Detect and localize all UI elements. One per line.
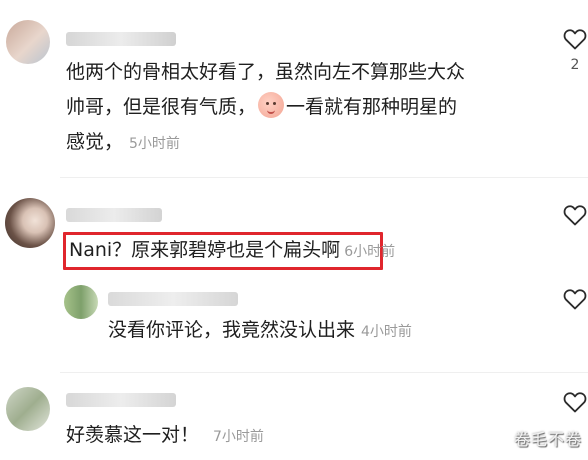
username-blurred[interactable]: [108, 292, 238, 306]
comment-body: 好羡慕这一对！: [66, 424, 200, 446]
comment-line: 感觉， 5小时前: [66, 131, 180, 153]
username-blurred[interactable]: [66, 208, 162, 222]
comment-body: 没看你评论，我竟然没认出来: [108, 319, 356, 341]
like-button[interactable]: 2: [562, 28, 588, 72]
comment-body: Nani？原来郭碧婷也是个扁头啊: [69, 239, 341, 261]
watermark: 卷毛不卷: [513, 430, 582, 449]
comment-time: 7小时前: [213, 429, 264, 445]
comment-time: 5小时前: [129, 136, 180, 152]
heart-outline-icon: [563, 289, 587, 310]
comment-text: 好羡慕这一对！ 7小时前: [66, 418, 466, 455]
like-button[interactable]: [562, 391, 588, 413]
comment-item: Nani？原来郭碧婷也是个扁头啊 6小时前: [0, 178, 588, 280]
comment-line: 他两个的骨相太好看了，虽然向左不算那些大众: [66, 61, 466, 83]
comment-item: 好羡慕这一对！ 7小时前: [0, 373, 588, 460]
heart-outline-icon: [563, 29, 587, 50]
like-count: 2: [570, 57, 580, 73]
comment-text: Nani？原来郭碧婷也是个扁头啊 6小时前: [69, 233, 469, 270]
heart-outline-icon: [563, 205, 587, 226]
comment-text: 他两个的骨相太好看了，虽然向左不算那些大众 帅哥，但是很有气质， 一看就有那种明星…: [66, 55, 546, 162]
peach-face-emoji-icon: [258, 92, 285, 118]
avatar[interactable]: [6, 387, 50, 431]
avatar[interactable]: [5, 198, 55, 248]
reply-item: 没看你评论，我竟然没认出来 4小时前: [0, 280, 588, 370]
comment-item: 他两个的骨相太好看了，虽然向左不算那些大众 帅哥，但是很有气质， 一看就有那种明星…: [0, 0, 588, 175]
comment-time: 4小时前: [361, 324, 412, 340]
like-button[interactable]: [562, 204, 588, 226]
like-button[interactable]: [562, 288, 588, 310]
username-blurred[interactable]: [66, 32, 176, 46]
comment-line: 帅哥，但是很有气质， 一看就有那种明星的: [66, 90, 546, 125]
comment-text: 没看你评论，我竟然没认出来 4小时前: [108, 313, 528, 350]
heart-outline-icon: [563, 392, 587, 413]
username-blurred[interactable]: [66, 393, 176, 407]
comment-time: 6小时前: [344, 244, 396, 260]
avatar[interactable]: [6, 20, 50, 64]
avatar[interactable]: [64, 285, 98, 319]
